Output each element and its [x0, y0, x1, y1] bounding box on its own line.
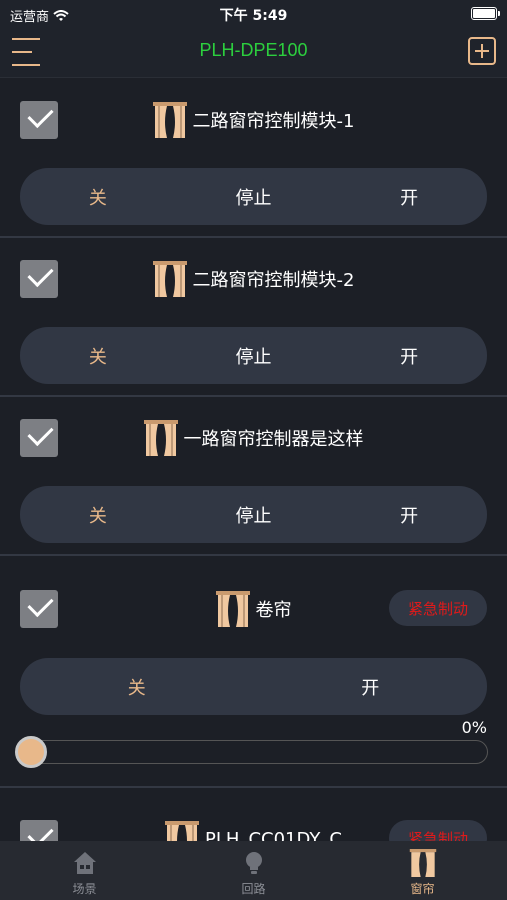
curtain-control-bar: 关 停止 开	[20, 168, 487, 225]
nav-bar: PLH-DPE100	[0, 28, 507, 78]
curtain-icon	[215, 591, 250, 627]
close-button[interactable]: 关	[20, 658, 254, 715]
device-title: 二路窗帘控制模块-2	[0, 260, 507, 298]
curtain-icon	[143, 420, 178, 456]
curtain-control-bar: 关 停止 开	[20, 327, 487, 384]
device-title: 二路窗帘控制模块-1	[0, 101, 507, 139]
tab-label: 窗帘	[410, 882, 435, 896]
blind-control-bar: 关 开	[20, 658, 487, 715]
tab-curtain[interactable]: 窗帘	[338, 841, 507, 900]
open-button[interactable]: 开	[331, 327, 487, 384]
device-name: 一路窗帘控制器是这样	[183, 429, 364, 450]
curtain-icon	[409, 849, 436, 877]
device-card: 二路窗帘控制模块-1 关 停止 开	[0, 79, 507, 238]
device-list[interactable]: 二路窗帘控制模块-1 关 停止 开 二路窗帘控制模块-2 关 停止 开 一路窗帘…	[0, 79, 507, 841]
stop-button[interactable]: 停止	[176, 168, 332, 225]
position-percent: 0%	[461, 718, 487, 737]
battery-icon	[471, 7, 500, 20]
stop-button[interactable]: 停止	[176, 486, 332, 543]
tab-circuit[interactable]: 回路	[169, 841, 338, 900]
open-button[interactable]: 开	[331, 168, 487, 225]
emergency-stop-button[interactable]: 紧急制动	[389, 590, 487, 626]
slider-thumb[interactable]	[15, 736, 47, 768]
clock: 下午 5:49	[219, 8, 288, 24]
curtain-icon	[152, 102, 187, 138]
bulb-icon	[245, 852, 262, 874]
close-button[interactable]: 关	[20, 486, 176, 543]
open-button[interactable]: 开	[254, 658, 488, 715]
device-name: 二路窗帘控制模块-1	[192, 111, 355, 132]
curtain-icon	[165, 821, 200, 841]
status-bar: 运营商 下午 5:49	[0, 0, 507, 28]
device-name: 二路窗帘控制模块-2	[192, 270, 355, 291]
device-card: PLH_CC01DY_C 紧急制动	[0, 788, 507, 841]
add-button[interactable]	[468, 37, 496, 65]
curtain-control-bar: 关 停止 开	[20, 486, 487, 543]
tab-label: 回路	[241, 882, 266, 896]
house-icon	[73, 852, 96, 874]
page-title: PLH-DPE100	[199, 40, 308, 60]
close-button[interactable]: 关	[20, 327, 176, 384]
device-card: 二路窗帘控制模块-2 关 停止 开	[0, 238, 507, 397]
emergency-stop-button[interactable]: 紧急制动	[389, 820, 487, 841]
tab-bar: 场景 回路 窗帘	[0, 841, 507, 900]
open-button[interactable]: 开	[331, 486, 487, 543]
tab-scene[interactable]: 场景	[0, 841, 169, 900]
position-slider[interactable]	[15, 736, 488, 768]
stop-button[interactable]: 停止	[176, 327, 332, 384]
curtain-icon	[152, 261, 187, 297]
device-name: 卷帘	[255, 600, 292, 621]
tab-label: 场景	[72, 882, 97, 896]
device-card: 一路窗帘控制器是这样 关 停止 开	[0, 397, 507, 556]
device-name: PLH_CC01DY_C	[205, 828, 342, 842]
close-button[interactable]: 关	[20, 168, 176, 225]
device-title: 一路窗帘控制器是这样	[0, 419, 507, 457]
device-card: 卷帘 紧急制动 关 开 0%	[0, 556, 507, 788]
